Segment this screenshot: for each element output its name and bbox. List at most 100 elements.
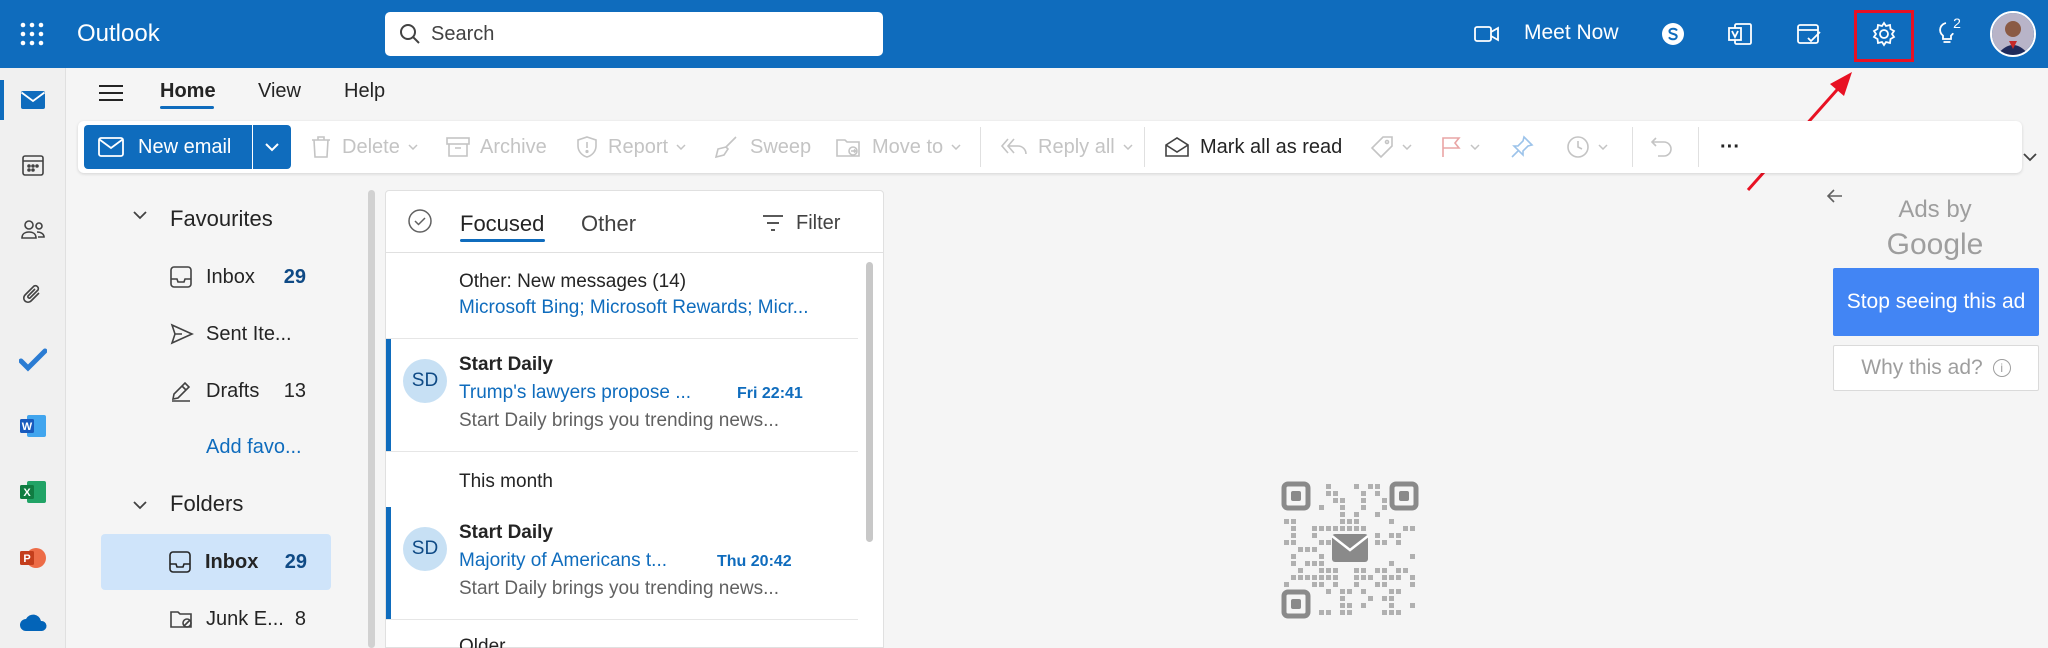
add-favourite-link[interactable]: Add favo... (206, 436, 302, 459)
ribbon-expand-icon[interactable] (2022, 152, 2038, 162)
folders-chevron-icon[interactable] (132, 500, 148, 510)
message-time: Fri 22:41 (737, 385, 803, 402)
report-button[interactable]: Report (576, 125, 686, 169)
why-this-ad-button[interactable]: Why this ad? i (1833, 345, 2039, 391)
categorize-button[interactable] (1370, 125, 1412, 169)
undo-button[interactable] (1650, 125, 1674, 169)
message-time: Thu 20:42 (717, 553, 792, 570)
chevron-down-icon (265, 143, 279, 152)
group-header-older: Older (459, 636, 506, 648)
onedrive-icon[interactable] (10, 600, 56, 646)
move-to-button[interactable]: Move to (836, 125, 961, 169)
powerpoint-icon[interactable]: P (10, 535, 56, 581)
svg-text:X: X (23, 487, 31, 499)
account-avatar[interactable] (1990, 11, 2036, 57)
calendar-icon[interactable] (10, 142, 56, 188)
draft-count: 13 (283, 379, 306, 402)
settings-gear-icon[interactable] (1862, 14, 1906, 54)
folder-pane-scrollbar[interactable] (368, 190, 375, 648)
tab-other[interactable]: Other (581, 211, 636, 237)
tab-view[interactable]: View (258, 80, 301, 103)
tab-help[interactable]: Help (344, 80, 385, 103)
inbox-icon (170, 266, 192, 288)
archive-label: Archive (480, 135, 547, 158)
word-icon[interactable]: W (10, 403, 56, 449)
archive-icon (446, 137, 470, 157)
snooze-button[interactable] (1566, 125, 1608, 169)
svg-text:P: P (23, 553, 30, 565)
mail-icon[interactable] (10, 77, 56, 123)
message-preview: Start Daily brings you trending news... (459, 410, 779, 431)
qr-code-image (1281, 481, 1419, 619)
google-logo: Google (1886, 228, 1984, 261)
fav-drafts[interactable]: Drafts 13 (102, 363, 330, 419)
folder-junk[interactable]: Junk E... 8 (102, 591, 330, 647)
app-launcher-icon[interactable] (12, 14, 52, 54)
fav-inbox-label: Inbox (206, 265, 255, 288)
select-all-checkbox[interactable] (406, 207, 436, 237)
other-summary-senders: Microsoft Bing; Microsoft Rewards; Micr.… (459, 297, 809, 318)
flag-button[interactable] (1440, 125, 1480, 169)
stop-seeing-ad-button[interactable]: Stop seeing this ad (1833, 268, 2039, 336)
favourites-chevron-icon[interactable] (132, 210, 148, 220)
sweep-button[interactable]: Sweep (714, 125, 811, 169)
filter-button[interactable]: Filter (762, 206, 840, 240)
new-email-label: New email (138, 135, 232, 158)
fav-inbox[interactable]: Inbox 29 (102, 249, 330, 305)
folder-move-icon (836, 139, 860, 157)
reply-all-button[interactable]: Reply all (1000, 125, 1133, 169)
clock-icon (1567, 136, 1589, 158)
pencil-icon (170, 380, 192, 402)
move-to-label: Move to (872, 135, 944, 158)
folder-junk-label: Junk E... (206, 607, 284, 630)
new-email-button[interactable]: New email (84, 125, 252, 169)
search-icon (399, 23, 421, 45)
new-mail-icon (98, 136, 124, 158)
sweep-label: Sweep (750, 135, 812, 158)
teams-icon[interactable] (1718, 14, 1762, 54)
archive-button[interactable]: Archive (446, 125, 547, 169)
why-this-ad-label: Why this ad? (1861, 356, 1983, 379)
attachment-icon[interactable] (10, 272, 56, 318)
favourites-header[interactable]: Favourites (170, 206, 273, 232)
list-header-divider (386, 252, 883, 253)
meet-now-icon[interactable] (1465, 14, 1509, 54)
message-row[interactable]: SD Start Daily Trump's lawyers propose .… (386, 339, 858, 451)
tab-focused[interactable]: Focused (460, 211, 544, 237)
folder-inbox[interactable]: Inbox 29 (101, 534, 331, 590)
other-inbox-summary[interactable]: Other: New messages (14) Microsoft Bing;… (386, 254, 858, 338)
message-list-scrollbar[interactable] (866, 262, 873, 542)
mark-all-read-button[interactable]: Mark all as read (1164, 125, 1342, 169)
meet-now-button[interactable]: Meet Now (1524, 21, 1619, 45)
delete-button[interactable]: Delete (310, 125, 418, 169)
group-header-this-month: This month (459, 471, 553, 492)
new-email-dropdown[interactable] (253, 125, 291, 169)
my-day-icon[interactable] (1787, 14, 1831, 54)
filter-label: Filter (796, 211, 841, 234)
open-envelope-icon (1165, 137, 1189, 157)
search-input[interactable]: Search (385, 12, 883, 56)
ads-by-label: Ads by (1898, 196, 1972, 223)
fav-sent-items[interactable]: Sent Ite... (102, 306, 330, 362)
more-options-button[interactable]: ··· (1720, 125, 1740, 169)
junk-count: 8 (294, 607, 306, 630)
todo-icon[interactable] (10, 337, 56, 383)
people-icon[interactable] (10, 207, 56, 253)
arrow-left-icon[interactable] (1826, 188, 1844, 204)
hamburger-menu-icon[interactable] (92, 74, 130, 112)
folders-header[interactable]: Folders (170, 491, 243, 517)
inbox-icon (169, 551, 191, 573)
junk-folder-icon (170, 608, 194, 630)
tab-home[interactable]: Home (160, 80, 216, 103)
tab-home-indicator (160, 106, 214, 109)
excel-icon[interactable]: X (10, 469, 56, 515)
message-row[interactable]: SD Start Daily Majority of Americans t..… (386, 507, 858, 619)
row-divider (386, 451, 858, 452)
reply-all-label: Reply all (1038, 135, 1115, 158)
folder-inbox-label: Inbox (205, 550, 259, 573)
skype-icon[interactable] (1651, 14, 1695, 54)
pin-button[interactable] (1510, 125, 1534, 169)
tips-count-badge: 2 (1946, 12, 1968, 34)
unread-count: 29 (284, 550, 307, 573)
app-title[interactable]: Outlook (77, 20, 160, 48)
